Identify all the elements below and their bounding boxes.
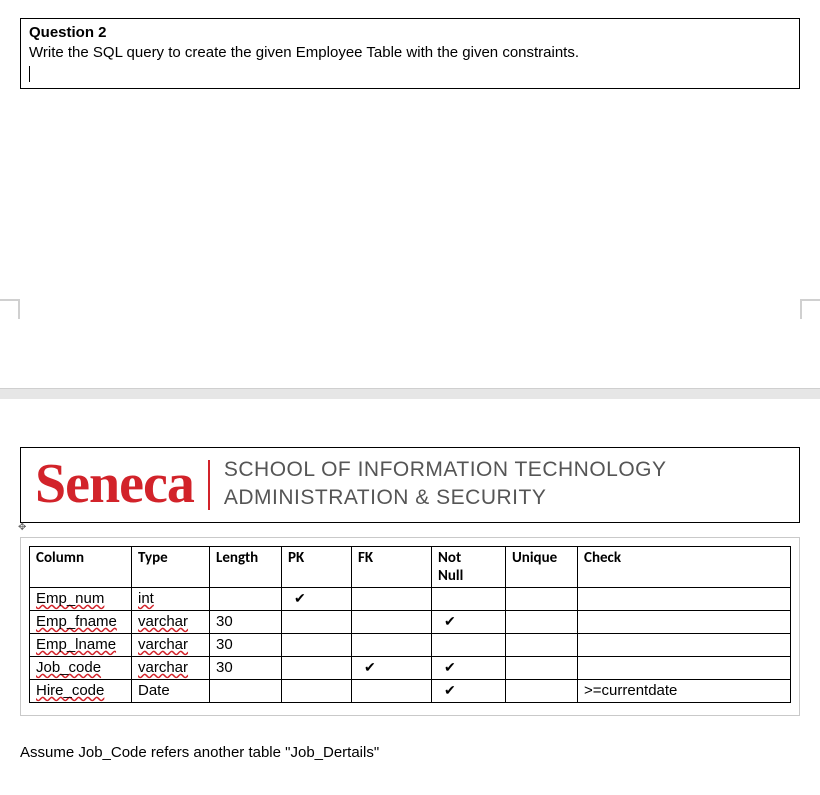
th-unique: Unique — [506, 546, 578, 587]
cell-unique — [506, 610, 578, 633]
th-column: Column — [30, 546, 132, 587]
cell-not-null — [432, 587, 506, 610]
table-row: Emp_fnamevarchar30 ✔ — [30, 610, 791, 633]
margin-mark-left-icon — [0, 299, 20, 319]
cell-check — [578, 656, 791, 679]
cell-length: 30 — [210, 610, 282, 633]
cell-pk — [282, 656, 352, 679]
question-box: Question 2 Write the SQL query to create… — [20, 18, 800, 89]
cell-column: Hire_code — [30, 679, 132, 702]
th-not-null: Not Null — [432, 546, 506, 587]
schema-table-wrapper: Column Type Length PK FK Not Null Unique… — [20, 537, 800, 716]
question-title: Question 2 — [29, 24, 107, 41]
checkmark-icon: ✔ — [444, 659, 456, 676]
footnote: Assume Job_Code refers another table "Jo… — [20, 744, 800, 761]
school-subtitle: SCHOOL OF INFORMATION TECHNOLOGY ADMINIS… — [224, 456, 667, 511]
cell-not-null — [432, 633, 506, 656]
cell-fk — [352, 610, 432, 633]
subtitle-line-2: ADMINISTRATION & SECURITY — [224, 486, 546, 509]
cell-column: Emp_lname — [30, 633, 132, 656]
text-cursor-icon — [29, 66, 30, 82]
subtitle-line-1: SCHOOL OF INFORMATION TECHNOLOGY — [224, 458, 667, 481]
page-gap — [0, 388, 820, 399]
cell-pk — [282, 679, 352, 702]
cell-pk: ✔ — [282, 587, 352, 610]
cell-check — [578, 587, 791, 610]
schema-table: Column Type Length PK FK Not Null Unique… — [29, 546, 791, 703]
cell-check — [578, 610, 791, 633]
cell-length: 30 — [210, 633, 282, 656]
th-check: Check — [578, 546, 791, 587]
margin-mark-right-icon — [800, 299, 820, 319]
cell-unique — [506, 679, 578, 702]
cell-type: varchar — [132, 656, 210, 679]
cell-check — [578, 633, 791, 656]
checkmark-icon: ✔ — [444, 613, 456, 630]
cell-length: 30 — [210, 656, 282, 679]
cell-column: Job_code — [30, 656, 132, 679]
cell-column: Emp_num — [30, 587, 132, 610]
th-type: Type — [132, 546, 210, 587]
cell-check: >=currentdate — [578, 679, 791, 702]
cell-not-null: ✔ — [432, 679, 506, 702]
schema-header-row: Column Type Length PK FK Not Null Unique… — [30, 546, 791, 587]
cell-pk — [282, 633, 352, 656]
cell-unique — [506, 656, 578, 679]
cell-not-null: ✔ — [432, 656, 506, 679]
page-break — [0, 89, 820, 399]
cell-type: varchar — [132, 633, 210, 656]
cell-length — [210, 679, 282, 702]
table-row: Job_codevarchar30 ✔ ✔ — [30, 656, 791, 679]
cell-fk: ✔ — [352, 656, 432, 679]
seneca-logo: Seneca — [35, 456, 208, 512]
checkmark-icon: ✔ — [444, 682, 456, 699]
cell-fk — [352, 633, 432, 656]
th-fk: FK — [352, 546, 432, 587]
th-length: Length — [210, 546, 282, 587]
cell-column: Emp_fname — [30, 610, 132, 633]
checkmark-icon: ✔ — [294, 590, 306, 607]
question-prompt: Write the SQL query to create the given … — [29, 44, 579, 61]
vertical-divider-icon — [208, 460, 210, 510]
table-row: Emp_lnamevarchar30 — [30, 633, 791, 656]
table-move-handle-icon[interactable]: ✥ — [18, 523, 800, 533]
cell-unique — [506, 587, 578, 610]
cell-pk — [282, 610, 352, 633]
cell-type: int — [132, 587, 210, 610]
th-pk: PK — [282, 546, 352, 587]
cell-not-null: ✔ — [432, 610, 506, 633]
cell-fk — [352, 587, 432, 610]
checkmark-icon: ✔ — [364, 659, 376, 676]
cell-unique — [506, 633, 578, 656]
cell-length — [210, 587, 282, 610]
cell-type: varchar — [132, 610, 210, 633]
cell-type: Date — [132, 679, 210, 702]
cell-fk — [352, 679, 432, 702]
table-row: Emp_numint ✔ — [30, 587, 791, 610]
table-row: Hire_codeDate ✔ >=currentdate — [30, 679, 791, 702]
letterhead: Seneca SCHOOL OF INFORMATION TECHNOLOGY … — [20, 447, 800, 523]
